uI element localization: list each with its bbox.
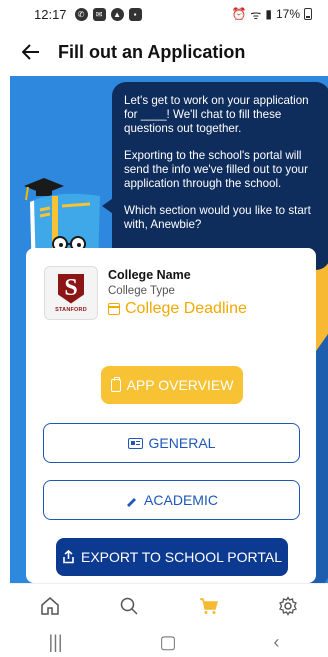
arrow-left-icon [22, 44, 39, 60]
alarm-icon: ⏰ [231, 7, 247, 21]
id-card-icon [127, 437, 143, 449]
pencil-icon [126, 497, 137, 507]
nav-home[interactable] [20, 584, 80, 628]
image-icon: ▪ [128, 7, 142, 21]
college-deadline: College Deadline [108, 300, 247, 318]
nav-settings[interactable] [258, 584, 318, 628]
logo-letter: S [58, 273, 84, 304]
status-time: 12:17 [34, 6, 67, 22]
logo-text: STANFORD [55, 306, 87, 313]
app-header: Fill out an Application [0, 28, 328, 76]
cart-icon [199, 597, 218, 614]
page-title: Fill out an Application [58, 41, 246, 62]
system-back-icon[interactable]: ‹ [274, 632, 280, 653]
chat-message: Let's get to work on your application fo… [124, 94, 309, 135]
college-deadline-label: College Deadline [125, 300, 247, 317]
nav-cart[interactable] [179, 584, 239, 628]
status-left: 12:17 ✆ ✉ ▲ ▪ [34, 7, 142, 22]
system-navigation: ||| ▢ ‹ [0, 627, 328, 657]
bottom-navigation [10, 583, 328, 627]
general-label: GENERAL [148, 435, 216, 451]
export-label: EXPORT TO SCHOOL PORTAL [81, 549, 282, 565]
recent-apps-icon[interactable]: ||| [48, 632, 62, 653]
chat-message: Which section would you like to start wi… [124, 204, 311, 231]
college-logo: S STANFORD [44, 266, 98, 320]
app-icon: ▲ [110, 7, 124, 21]
app-overview-button[interactable]: APP OVERVIEW [101, 366, 243, 404]
search-icon [121, 597, 138, 615]
battery-icon [304, 8, 312, 20]
clipboard-icon [110, 376, 121, 392]
nav-search[interactable] [99, 584, 159, 628]
chat-message: Exporting to the school's portal will se… [124, 149, 308, 190]
back-button[interactable] [0, 28, 56, 76]
signal-icon: ▮ [265, 7, 272, 21]
status-bar: 12:17 ✆ ✉ ▲ ▪ ⏰ ᯤ ▮ 17% [0, 0, 328, 28]
app-overview-label: APP OVERVIEW [126, 377, 234, 393]
general-button[interactable]: GENERAL [43, 423, 300, 463]
status-right: ⏰ ᯤ ▮ 17% [231, 6, 312, 23]
academic-button[interactable]: ACADEMIC [43, 480, 300, 520]
wifi-icon: ᯤ [250, 7, 262, 22]
export-button[interactable]: EXPORT TO SCHOOL PORTAL [56, 538, 288, 576]
college-info: College Name College Type College Deadli… [108, 266, 247, 320]
college-name: College Name [108, 268, 191, 282]
export-icon [63, 550, 74, 564]
academic-label: ACADEMIC [144, 492, 218, 508]
calendar-icon [108, 303, 120, 315]
home-button-icon[interactable]: ▢ [160, 632, 177, 653]
college-row: S STANFORD College Name College Type Col… [44, 266, 247, 320]
left-strip [0, 76, 10, 627]
battery-text: 17% [275, 7, 300, 21]
home-icon [41, 596, 59, 615]
main-content: Let's get to work on your application fo… [10, 76, 328, 583]
speech-bubble: Let's get to work on your application fo… [112, 82, 328, 270]
gear-icon [279, 595, 298, 616]
notification-icon: ✉ [92, 7, 106, 21]
whatsapp-icon: ✆ [74, 7, 88, 21]
college-type: College Type [108, 285, 175, 297]
application-card: S STANFORD College Name College Type Col… [26, 248, 316, 583]
